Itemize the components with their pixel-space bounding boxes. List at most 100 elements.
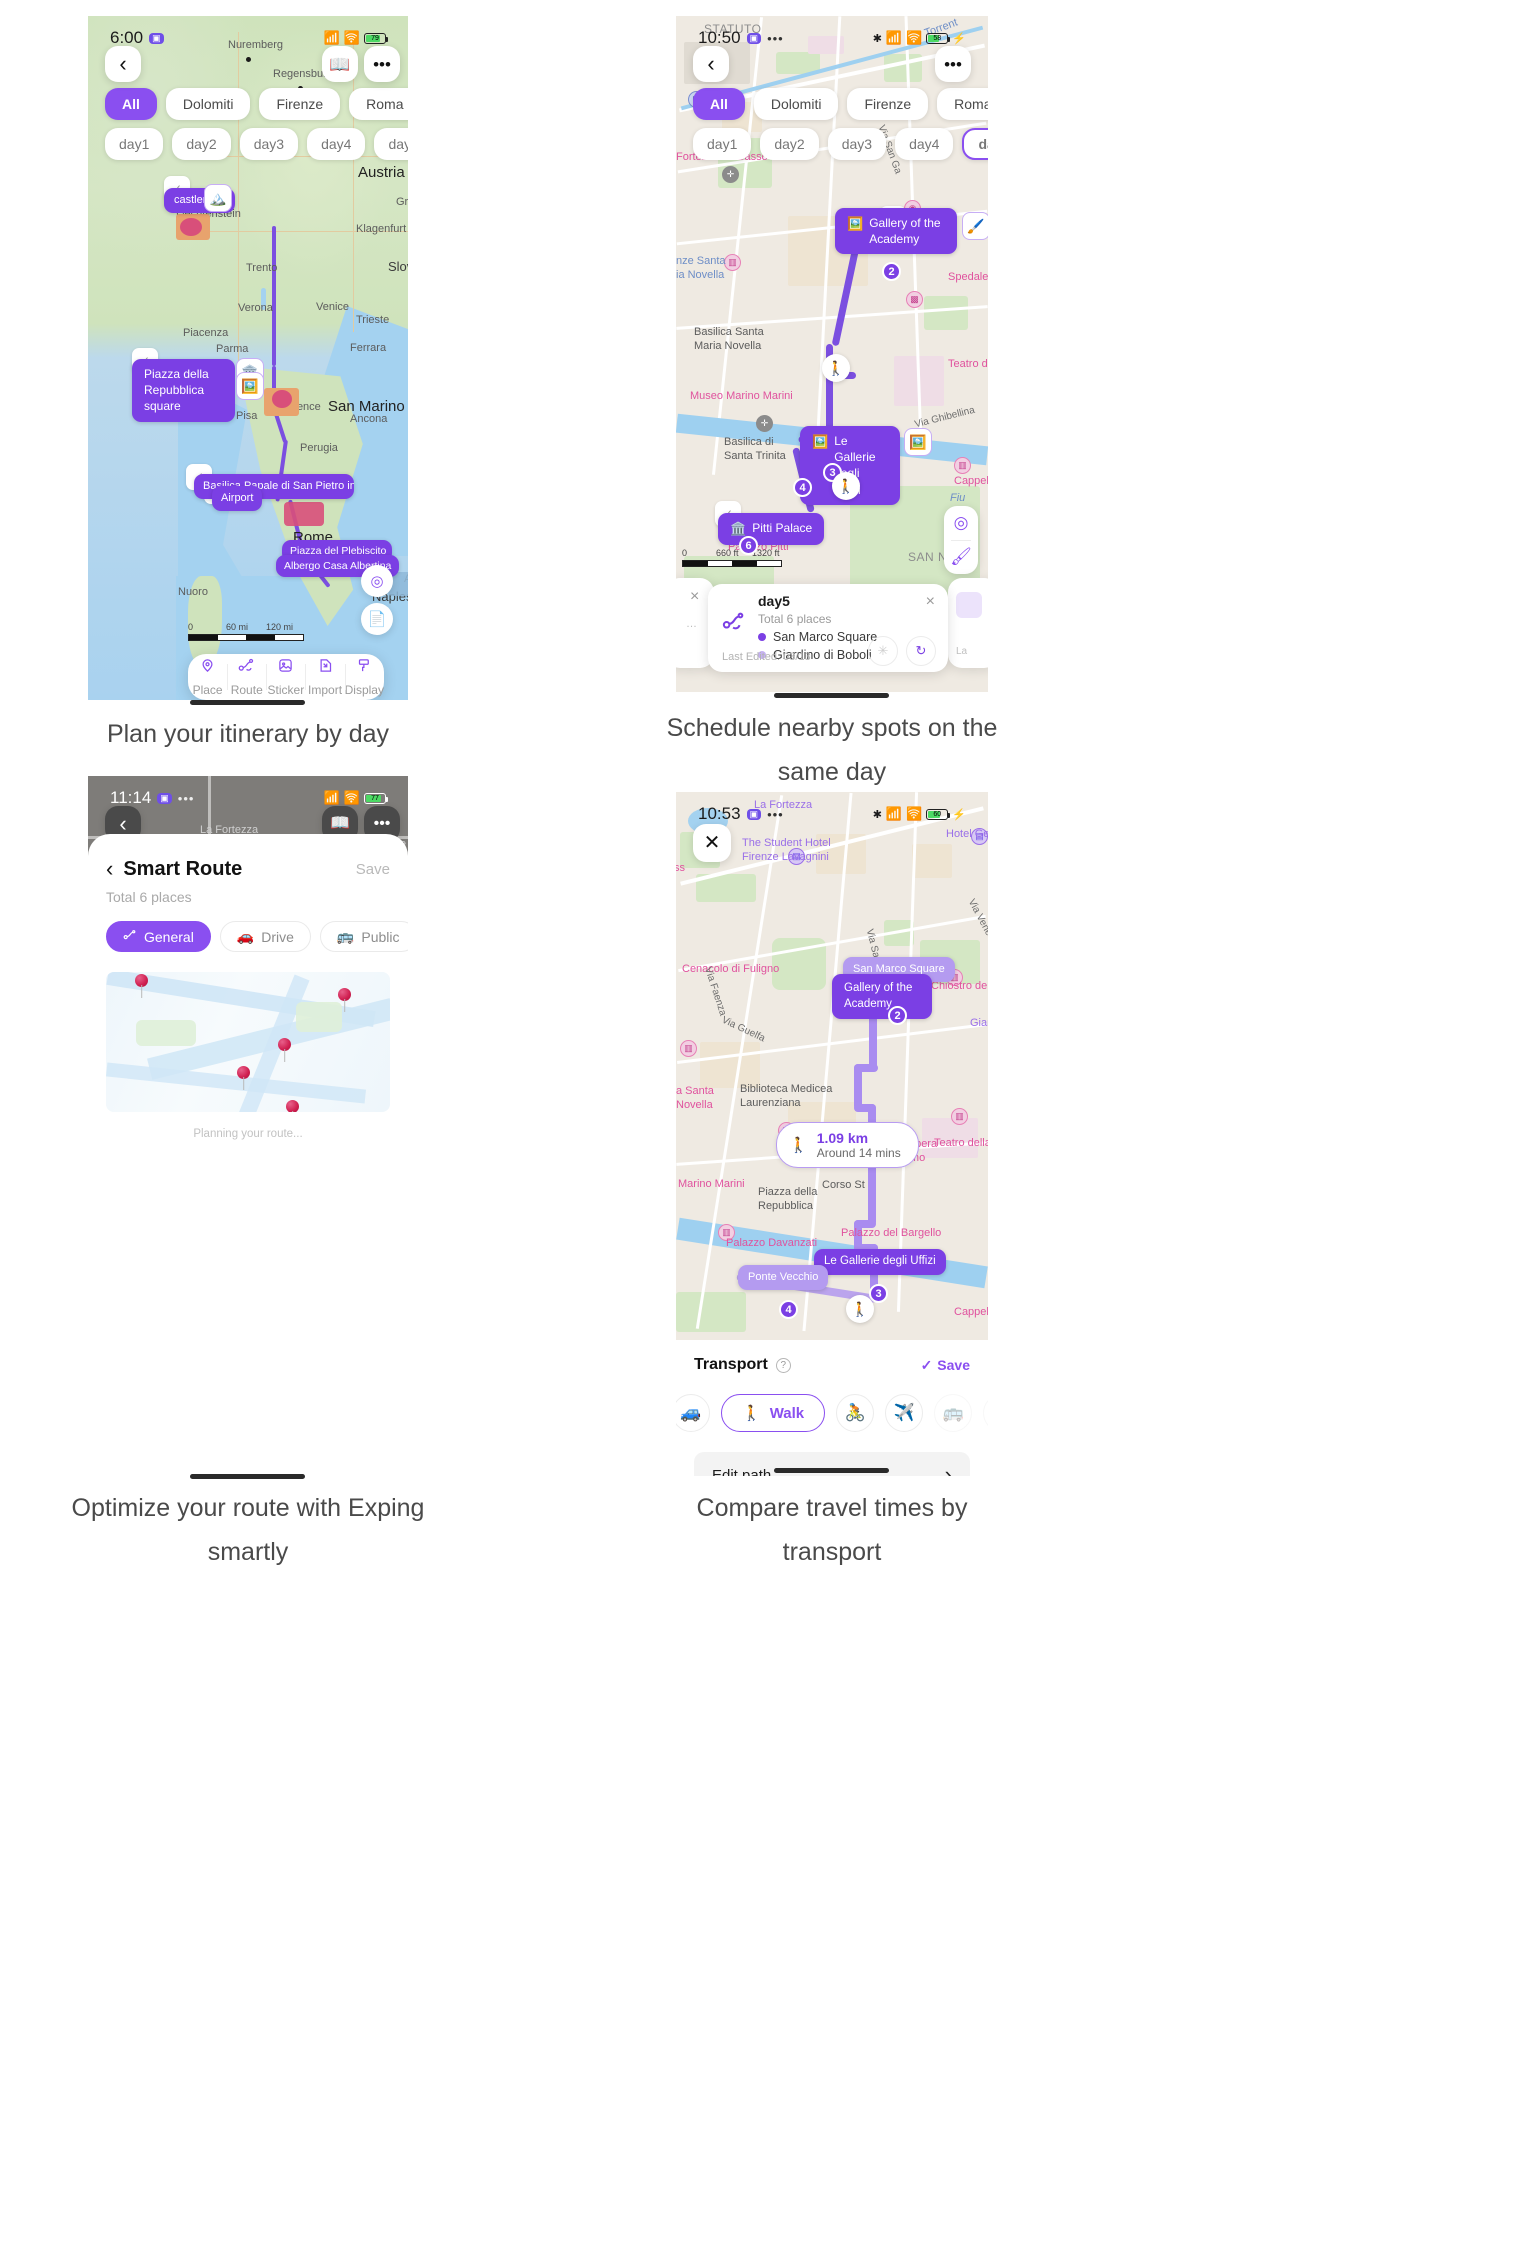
day-card-place[interactable]: San Marco Square <box>758 630 877 644</box>
poi-church-icon[interactable]: ✛ <box>756 415 773 432</box>
day-chip-2[interactable]: day2 <box>172 128 231 160</box>
place-thumb-icon[interactable]: 🏔️ <box>204 184 232 212</box>
city-chip-firenze[interactable]: Firenze <box>847 88 929 120</box>
day-chip-4[interactable]: day4 <box>895 128 954 160</box>
poi-museum-icon[interactable]: ▥ <box>724 254 741 271</box>
place-bubble-pitti-palace[interactable]: 🏛️ Pitti Palace <box>718 513 825 545</box>
locate-me-button[interactable]: ◎ <box>361 565 393 597</box>
chevron-left-icon[interactable]: ‹ <box>106 856 113 882</box>
sticker-button[interactable]: 🖌️ <box>962 212 988 240</box>
place-bubble-uffizi[interactable]: Le Gallerie degli Uffizi <box>814 1249 946 1275</box>
poi-chapel-icon[interactable]: ▥ <box>954 457 971 474</box>
day-chip-1[interactable]: day1 <box>105 128 164 160</box>
toolbar-import[interactable]: Import <box>305 654 344 700</box>
route-stop-4[interactable]: 4 <box>793 478 812 497</box>
day-chip-1[interactable]: day1 <box>693 128 752 160</box>
close-icon[interactable]: × <box>690 588 699 606</box>
day-chip-3[interactable]: day3 <box>239 128 299 160</box>
route-mode-row[interactable]: General 🚗 Drive 🚌 Public 🚶 Walk <box>106 921 408 952</box>
map-style-button[interactable]: 🖌 <box>944 541 978 575</box>
toolbar-place[interactable]: Place <box>188 654 227 700</box>
city-chip-firenze[interactable]: Firenze <box>259 88 341 120</box>
city-chip-all[interactable]: All <box>693 88 745 120</box>
walk-mode-badge[interactable]: 🚶 <box>822 354 850 382</box>
poi-hotel-icon[interactable]: ▤ <box>971 828 988 845</box>
transport-mode-flight[interactable]: ✈️ <box>885 1394 924 1432</box>
sticker-button[interactable]: 🖼️ <box>904 428 932 456</box>
poi-museum-icon[interactable]: ▥ <box>951 1108 968 1125</box>
map-style-button[interactable]: 📖 <box>322 46 358 82</box>
day-chip-5[interactable]: day5 <box>374 128 408 160</box>
poi-museum-icon[interactable]: ▥ <box>680 1040 697 1057</box>
transport-mode-bus[interactable]: 🚌 <box>934 1394 973 1432</box>
sticker-cluster[interactable] <box>180 218 202 236</box>
info-icon[interactable]: ? <box>775 1357 791 1373</box>
day-chip-4[interactable]: day4 <box>307 128 366 160</box>
city-filter-row[interactable]: All Dolomiti Firenze Roma Naples <box>105 88 408 120</box>
day-chip-2[interactable]: day2 <box>760 128 819 160</box>
close-button[interactable]: ✕ <box>693 824 731 862</box>
place-bubble-piazza-repubblica[interactable]: Piazza della Repubblica square <box>132 359 235 422</box>
reorder-route-button[interactable]: ↻ <box>906 636 936 666</box>
locate-me-button[interactable]: ◎ <box>944 506 978 540</box>
close-icon[interactable]: × <box>926 593 935 611</box>
import-icon <box>318 658 333 678</box>
bus-icon: 🚌 <box>942 1403 964 1422</box>
day-filter-row[interactable]: day1 day2 day3 day4 day5 day6 <box>693 128 988 160</box>
day-chip-5[interactable]: day5 <box>962 128 988 160</box>
route-stop-6[interactable]: 6 <box>739 536 758 555</box>
more-dots-icon: ••• <box>373 815 391 832</box>
walk-mode-badge[interactable]: 🚶 <box>846 1295 874 1323</box>
route-stop-4[interactable]: 4 <box>779 1300 798 1319</box>
day-card-next-peek[interactable]: La <box>948 578 988 668</box>
city-filter-row[interactable]: All Dolomiti Firenze Roma Naples <box>693 88 988 120</box>
map-controls[interactable]: ◎ 🖌 <box>944 506 978 574</box>
day-detail-card[interactable]: × day5 Total 6 places San Marco Square G… <box>708 584 948 672</box>
toolbar-display[interactable]: Display <box>344 654 384 700</box>
bottom-toolbar[interactable]: Place Route Sticker Import Display <box>188 654 384 700</box>
transport-mode-row[interactable]: 🚙 🚶 Walk 🚴 ✈️ 🚌 <box>676 1394 988 1432</box>
city-chip-dolomiti[interactable]: Dolomiti <box>165 88 251 120</box>
place-thumb-icon-2[interactable]: 🖼️ <box>236 372 264 400</box>
route-stop-3[interactable]: 3 <box>869 1284 888 1303</box>
city-chip-roma[interactable]: Roma <box>349 88 408 120</box>
transport-mode-bike[interactable]: 🚴 <box>836 1394 875 1432</box>
toolbar-sticker[interactable]: Sticker <box>266 654 305 700</box>
day-chip-3[interactable]: day3 <box>827 128 887 160</box>
back-button[interactable]: ‹ <box>693 46 729 82</box>
car-icon: 🚙 <box>680 1403 702 1422</box>
place-bubble-gallery-academy[interactable]: Gallery of the Academy <box>832 974 932 1020</box>
toolbar-route[interactable]: Route <box>227 654 266 700</box>
city-chip-dolomiti[interactable]: Dolomiti <box>753 88 839 120</box>
city-chip-all[interactable]: All <box>105 88 157 120</box>
route-stop-2[interactable]: 2 <box>882 262 901 281</box>
route-stop-2[interactable]: 2 <box>888 1006 907 1025</box>
transport-mode-walk[interactable]: 🚶 Walk <box>721 1394 826 1432</box>
poi-museum-icon[interactable]: ▥ <box>718 1224 735 1241</box>
save-button[interactable]: Save <box>356 861 390 878</box>
save-button[interactable]: ✓ Save <box>921 1357 970 1374</box>
home-indicator <box>774 1468 889 1473</box>
sticker-cluster-rome[interactable] <box>284 502 324 526</box>
transport-mode-drive[interactable]: 🚙 <box>676 1394 710 1432</box>
more-button[interactable]: ••• <box>935 46 971 82</box>
more-button[interactable]: ••• <box>364 46 400 82</box>
back-button[interactable]: ‹ <box>105 46 141 82</box>
notes-button[interactable]: 📄 <box>361 603 393 635</box>
mode-chip-general[interactable]: General <box>106 921 211 952</box>
mode-chip-public[interactable]: 🚌 Public <box>319 921 408 952</box>
sticker-cluster-florence-dot[interactable] <box>272 390 292 408</box>
poi-hotel-icon[interactable]: ▤ <box>788 848 805 865</box>
poi-church-icon[interactable]: ✛ <box>722 166 739 183</box>
transport-mode-train[interactable]: 🚆 <box>983 1394 988 1432</box>
magic-button[interactable]: ✳ <box>868 636 898 666</box>
city-chip-roma[interactable]: Roma <box>937 88 988 120</box>
poi-theater-icon[interactable]: ▩ <box>906 291 923 308</box>
walk-mode-badge[interactable]: 🚶 <box>832 472 860 500</box>
place-bubble-gallery-academy[interactable]: 🖼️ Gallery of the Academy <box>835 208 957 255</box>
distance-pill[interactable]: 🚶 1.09 km Around 14 mins <box>776 1122 919 1168</box>
place-bubble-airport[interactable]: Airport <box>212 486 263 511</box>
day-filter-row[interactable]: day1 day2 day3 day4 day5 day6 <box>105 128 408 160</box>
place-bubble-ponte-vecchio[interactable]: Ponte Vecchio <box>738 1265 829 1290</box>
mode-chip-drive[interactable]: 🚗 Drive <box>219 921 311 952</box>
